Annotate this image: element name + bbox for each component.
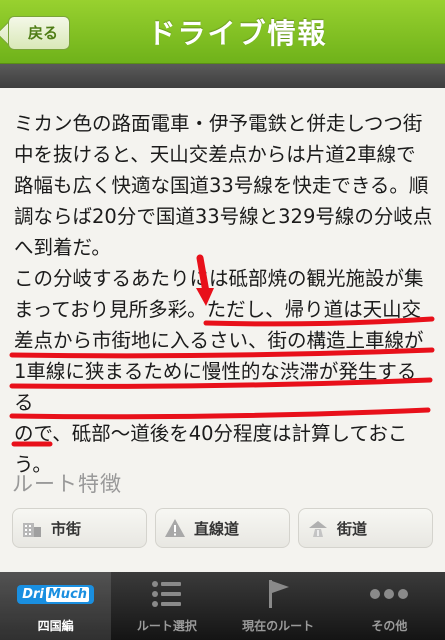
header-divider-band xyxy=(0,64,445,88)
description-paragraph-1: ミカン色の路面電車・伊予電鉄と併走しつつ街 中を抜けると、天山交差点からは片道2… xyxy=(14,112,433,259)
tab-route-select[interactable]: ルート選択 xyxy=(111,572,222,640)
content-area: ミカン色の路面電車・伊予電鉄と併走しつつ街 中を抜けると、天山交差点からは片道2… xyxy=(0,88,445,572)
tab-shikoku[interactable]: Dri Much 四国編 xyxy=(0,572,112,640)
feature-highway: 街道 xyxy=(298,508,433,548)
tab-shikoku-label: 四国編 xyxy=(37,619,74,633)
more-icon xyxy=(370,589,409,599)
back-button[interactable]: 戻る xyxy=(8,16,70,50)
tab-other-label: その他 xyxy=(371,619,408,633)
description-paragraph-2: この分岐するあたりには砥部焼の観光施設が集 まっており見所多彩。ただし、帰り道は… xyxy=(14,267,424,476)
route-features-list: 市街 直線道 街道 xyxy=(12,508,433,548)
header-bar: 戻る ドライブ情報 xyxy=(0,0,445,64)
drimuch-logo: Dri Much xyxy=(17,584,95,604)
tab-bar: Dri Much 四国編 ルート選択 現在のルート その他 xyxy=(0,572,445,640)
tab-current-route[interactable]: 現在のルート xyxy=(223,572,334,640)
feature-straight-road: 直線道 xyxy=(155,508,290,548)
tab-other[interactable]: その他 xyxy=(334,572,445,640)
feature-city-label: 市街 xyxy=(51,519,82,538)
list-icon xyxy=(151,581,181,607)
warning-icon xyxy=(165,519,185,537)
route-features-title: ルート特徴 xyxy=(12,472,122,496)
flag-icon xyxy=(269,580,290,608)
description-text: ミカン色の路面電車・伊予電鉄と併走しつつ街 中を抜けると、天山交差点からは片道2… xyxy=(14,108,434,480)
tab-current-route-label: 現在のルート xyxy=(242,619,315,633)
tab-route-select-label: ルート選択 xyxy=(136,619,197,633)
building-icon xyxy=(23,523,41,537)
road-icon xyxy=(309,521,327,537)
feature-highway-label: 街道 xyxy=(337,519,368,538)
feature-straight-road-label: 直線道 xyxy=(194,519,240,538)
feature-city: 市街 xyxy=(12,508,147,548)
